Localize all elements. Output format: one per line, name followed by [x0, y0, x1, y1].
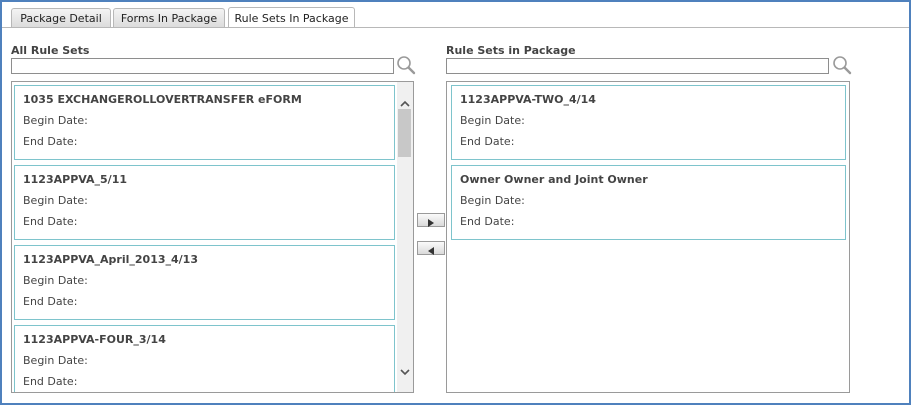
end-date-label: End Date: [23, 135, 78, 148]
magnifier-icon[interactable] [396, 55, 416, 75]
begin-date-label: Begin Date: [460, 114, 525, 127]
begin-date-label: Begin Date: [23, 114, 88, 127]
end-date-label: End Date: [23, 295, 78, 308]
move-right-button[interactable] [417, 213, 445, 227]
begin-date-label: Begin Date: [23, 274, 88, 287]
scrollbar-thumb[interactable] [398, 109, 411, 157]
arrow-left-icon [428, 247, 434, 255]
tab-divider [2, 27, 909, 28]
list-item[interactable]: 1123APPVA_April_2013_4/13 Begin Date: En… [14, 245, 395, 320]
rule-sets-in-package-search-input[interactable] [446, 58, 829, 74]
all-rule-sets-search-input[interactable] [11, 58, 394, 74]
end-date-label: End Date: [460, 135, 515, 148]
list-item[interactable]: 1123APPVA-TWO_4/14 Begin Date: End Date: [451, 85, 846, 160]
list-item[interactable]: Owner Owner and Joint Owner Begin Date: … [451, 165, 846, 240]
rule-set-name: 1123APPVA-TWO_4/14 [460, 93, 596, 106]
all-rule-sets-list[interactable]: 1035 EXCHANGEROLLOVERTRANSFER eFORM Begi… [11, 81, 414, 393]
tab-rule-sets-in-package[interactable]: Rule Sets In Package [228, 7, 355, 28]
rule-sets-in-package-heading: Rule Sets in Package [446, 44, 576, 57]
end-date-label: End Date: [23, 375, 78, 388]
window-frame: Package Detail Forms In Package Rule Set… [0, 0, 911, 405]
list-item[interactable]: 1035 EXCHANGEROLLOVERTRANSFER eFORM Begi… [14, 85, 395, 160]
end-date-label: End Date: [23, 215, 78, 228]
move-left-button[interactable] [417, 241, 445, 255]
rule-set-name: 1123APPVA_April_2013_4/13 [23, 253, 198, 266]
begin-date-label: Begin Date: [460, 194, 525, 207]
begin-date-label: Begin Date: [23, 354, 88, 367]
all-rule-sets-heading: All Rule Sets [11, 44, 90, 57]
rule-set-name: 1123APPVA-FOUR_3/14 [23, 333, 166, 346]
rule-set-name: Owner Owner and Joint Owner [460, 173, 648, 186]
chevron-down-icon[interactable] [400, 361, 410, 380]
rule-set-name: 1035 EXCHANGEROLLOVERTRANSFER eFORM [23, 93, 302, 106]
tab-forms-in-package[interactable]: Forms In Package [113, 8, 225, 27]
list-item[interactable]: 1123APPVA_5/11 Begin Date: End Date: [14, 165, 395, 240]
list-item[interactable]: 1123APPVA-FOUR_3/14 Begin Date: End Date… [14, 325, 395, 392]
begin-date-label: Begin Date: [23, 194, 88, 207]
vertical-scrollbar[interactable] [397, 82, 413, 392]
rule-set-name: 1123APPVA_5/11 [23, 173, 128, 186]
magnifier-icon[interactable] [832, 55, 852, 75]
arrow-right-icon [428, 219, 434, 227]
end-date-label: End Date: [460, 215, 515, 228]
rule-sets-in-package-list[interactable]: 1123APPVA-TWO_4/14 Begin Date: End Date:… [446, 81, 850, 393]
tab-package-detail[interactable]: Package Detail [11, 8, 111, 27]
